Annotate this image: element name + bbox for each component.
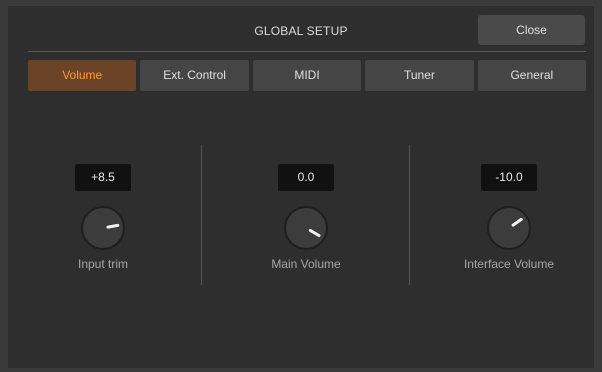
global-setup-panel: GLOBAL SETUP Close Volume Ext. Control M… bbox=[8, 6, 594, 368]
tab-general[interactable]: General bbox=[477, 60, 587, 91]
section-divider bbox=[409, 145, 410, 285]
knob-body bbox=[487, 206, 531, 250]
main-volume-value[interactable]: 0.0 bbox=[278, 164, 334, 191]
tab-volume[interactable]: Volume bbox=[28, 60, 137, 91]
interface-volume-control: -10.0 Interface Volume bbox=[429, 164, 589, 284]
input-trim-knob[interactable] bbox=[80, 205, 126, 251]
section-divider bbox=[201, 145, 202, 285]
tab-bar: Volume Ext. Control MIDI Tuner General bbox=[28, 60, 587, 91]
main-volume-knob[interactable] bbox=[283, 205, 329, 251]
knob-body bbox=[284, 206, 328, 250]
input-trim-label: Input trim bbox=[77, 257, 128, 271]
main-volume-label: Main Volume bbox=[271, 257, 341, 271]
tab-midi[interactable]: MIDI bbox=[252, 60, 362, 91]
tab-tuner[interactable]: Tuner bbox=[365, 60, 474, 91]
knob-graphic bbox=[487, 206, 531, 250]
knob-graphic bbox=[81, 206, 125, 250]
interface-volume-knob[interactable] bbox=[486, 205, 532, 251]
main-volume-control: 0.0 Main Volume bbox=[226, 164, 386, 284]
input-trim-value[interactable]: +8.5 bbox=[75, 164, 131, 191]
knob-graphic bbox=[284, 206, 328, 250]
interface-volume-value[interactable]: -10.0 bbox=[481, 164, 537, 191]
tab-ext-control[interactable]: Ext. Control bbox=[140, 60, 249, 91]
interface-volume-label: Interface Volume bbox=[463, 257, 555, 271]
knob-body bbox=[81, 206, 125, 250]
close-button[interactable]: Close bbox=[478, 15, 585, 45]
header-divider bbox=[28, 51, 586, 52]
knob-indicator bbox=[106, 223, 120, 229]
input-trim-control: +8.5 Input trim bbox=[23, 164, 183, 284]
